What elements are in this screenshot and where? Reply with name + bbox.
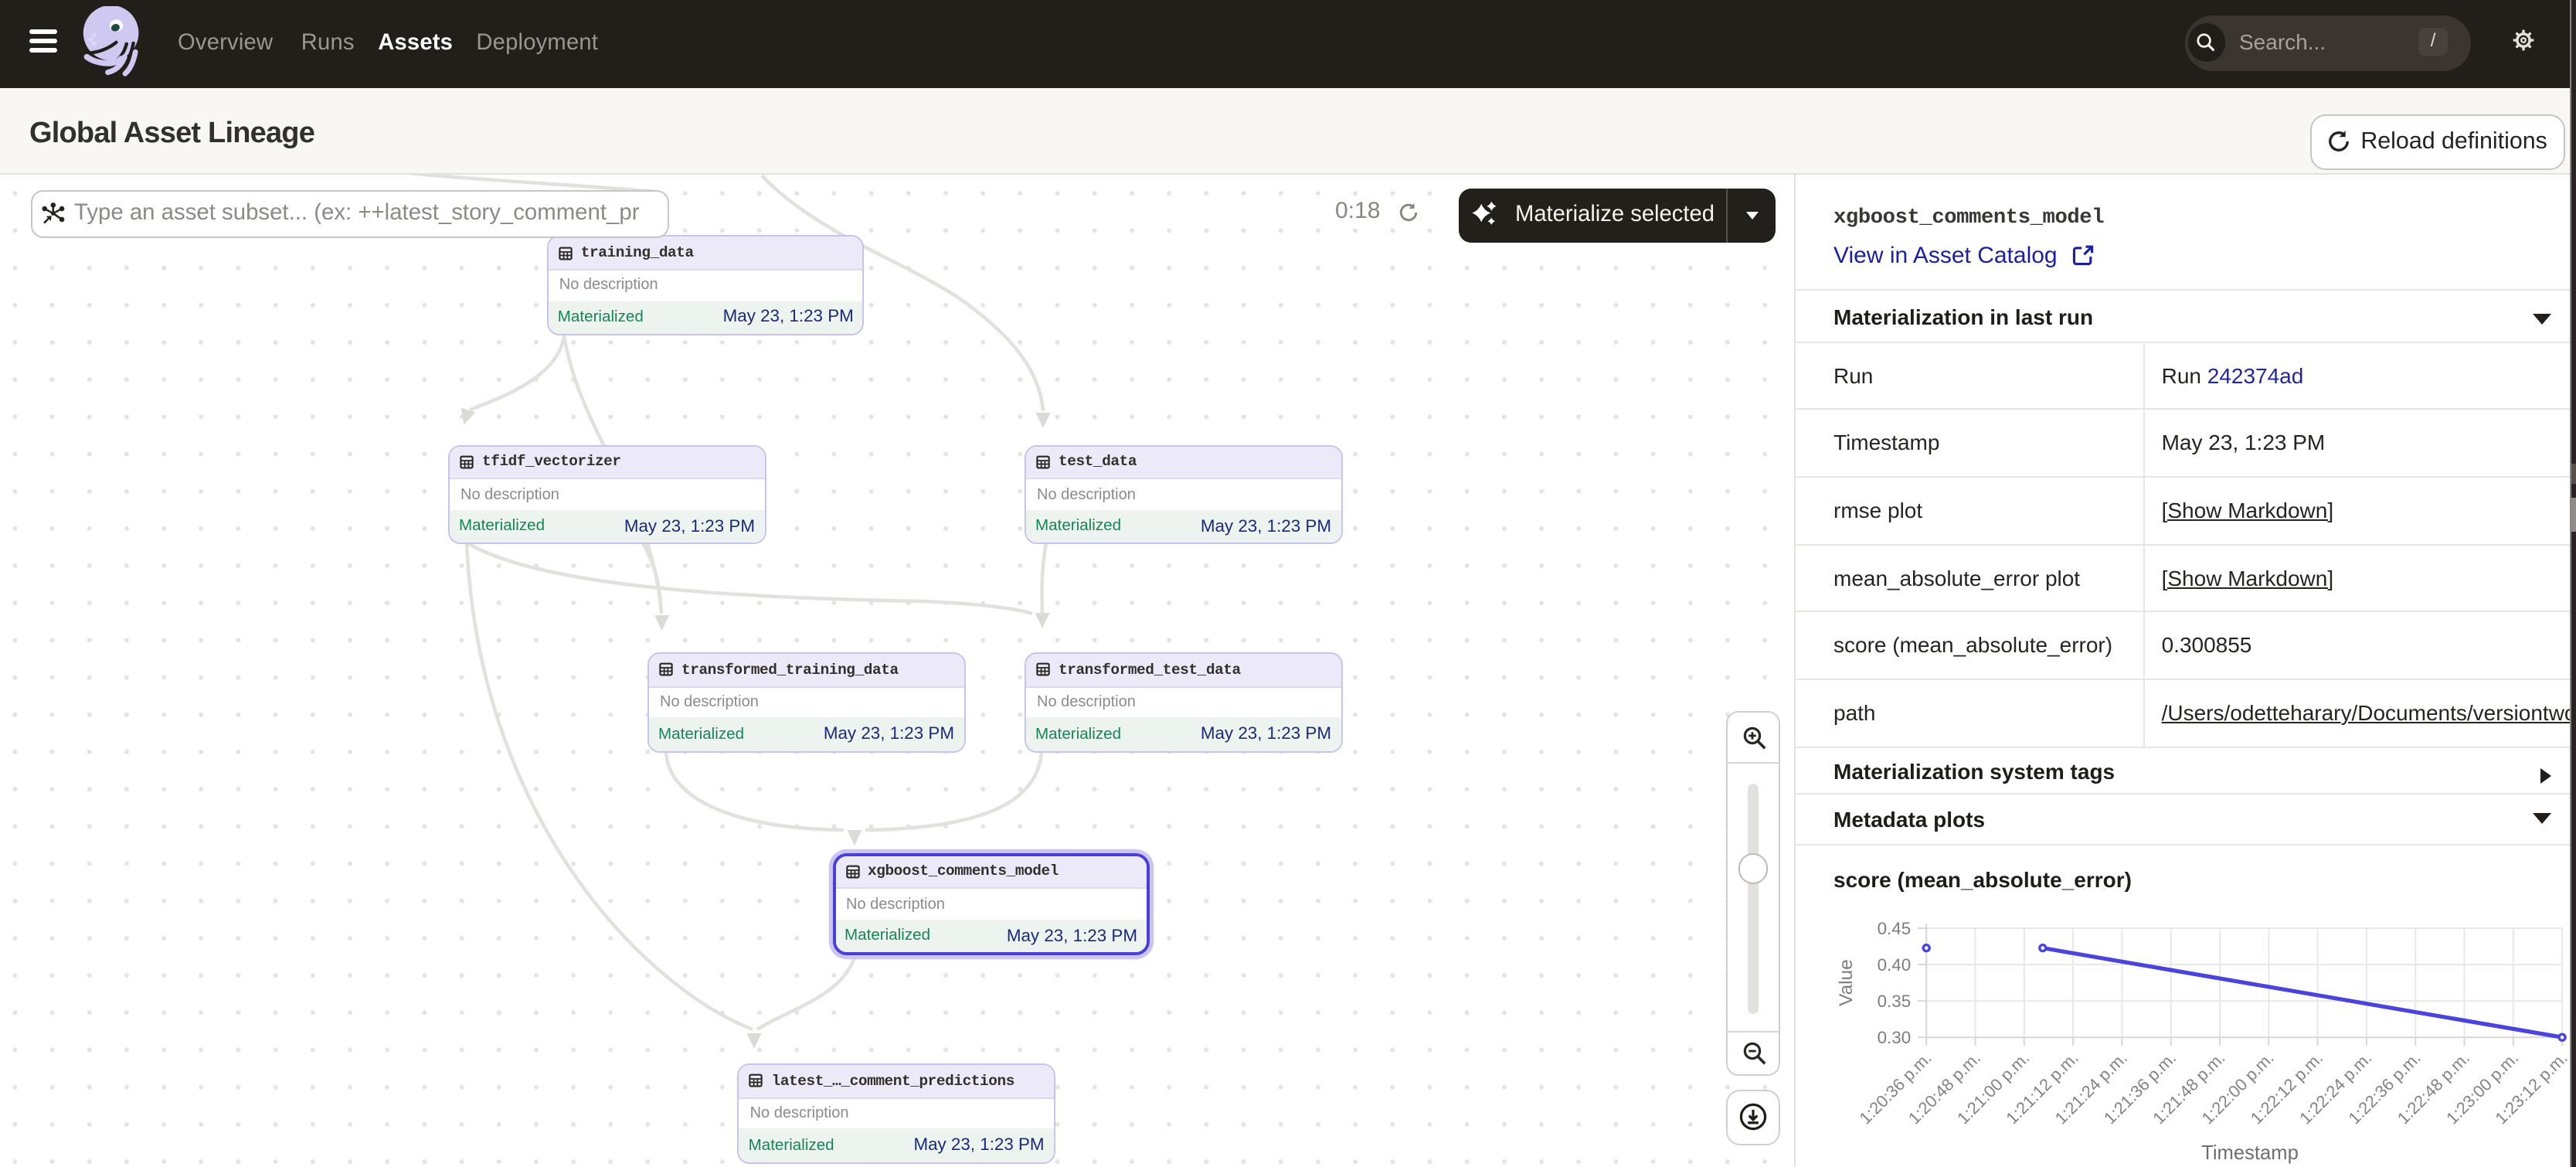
svg-text:0.40: 0.40 xyxy=(1878,955,1912,975)
svg-text:Timestamp: Timestamp xyxy=(2201,1142,2299,1164)
svg-text:0.45: 0.45 xyxy=(1878,919,1912,938)
svg-text:Value: Value xyxy=(1836,959,1857,1006)
svg-text:0.35: 0.35 xyxy=(1878,992,1912,1011)
svg-text:0.30: 0.30 xyxy=(1878,1028,1912,1047)
